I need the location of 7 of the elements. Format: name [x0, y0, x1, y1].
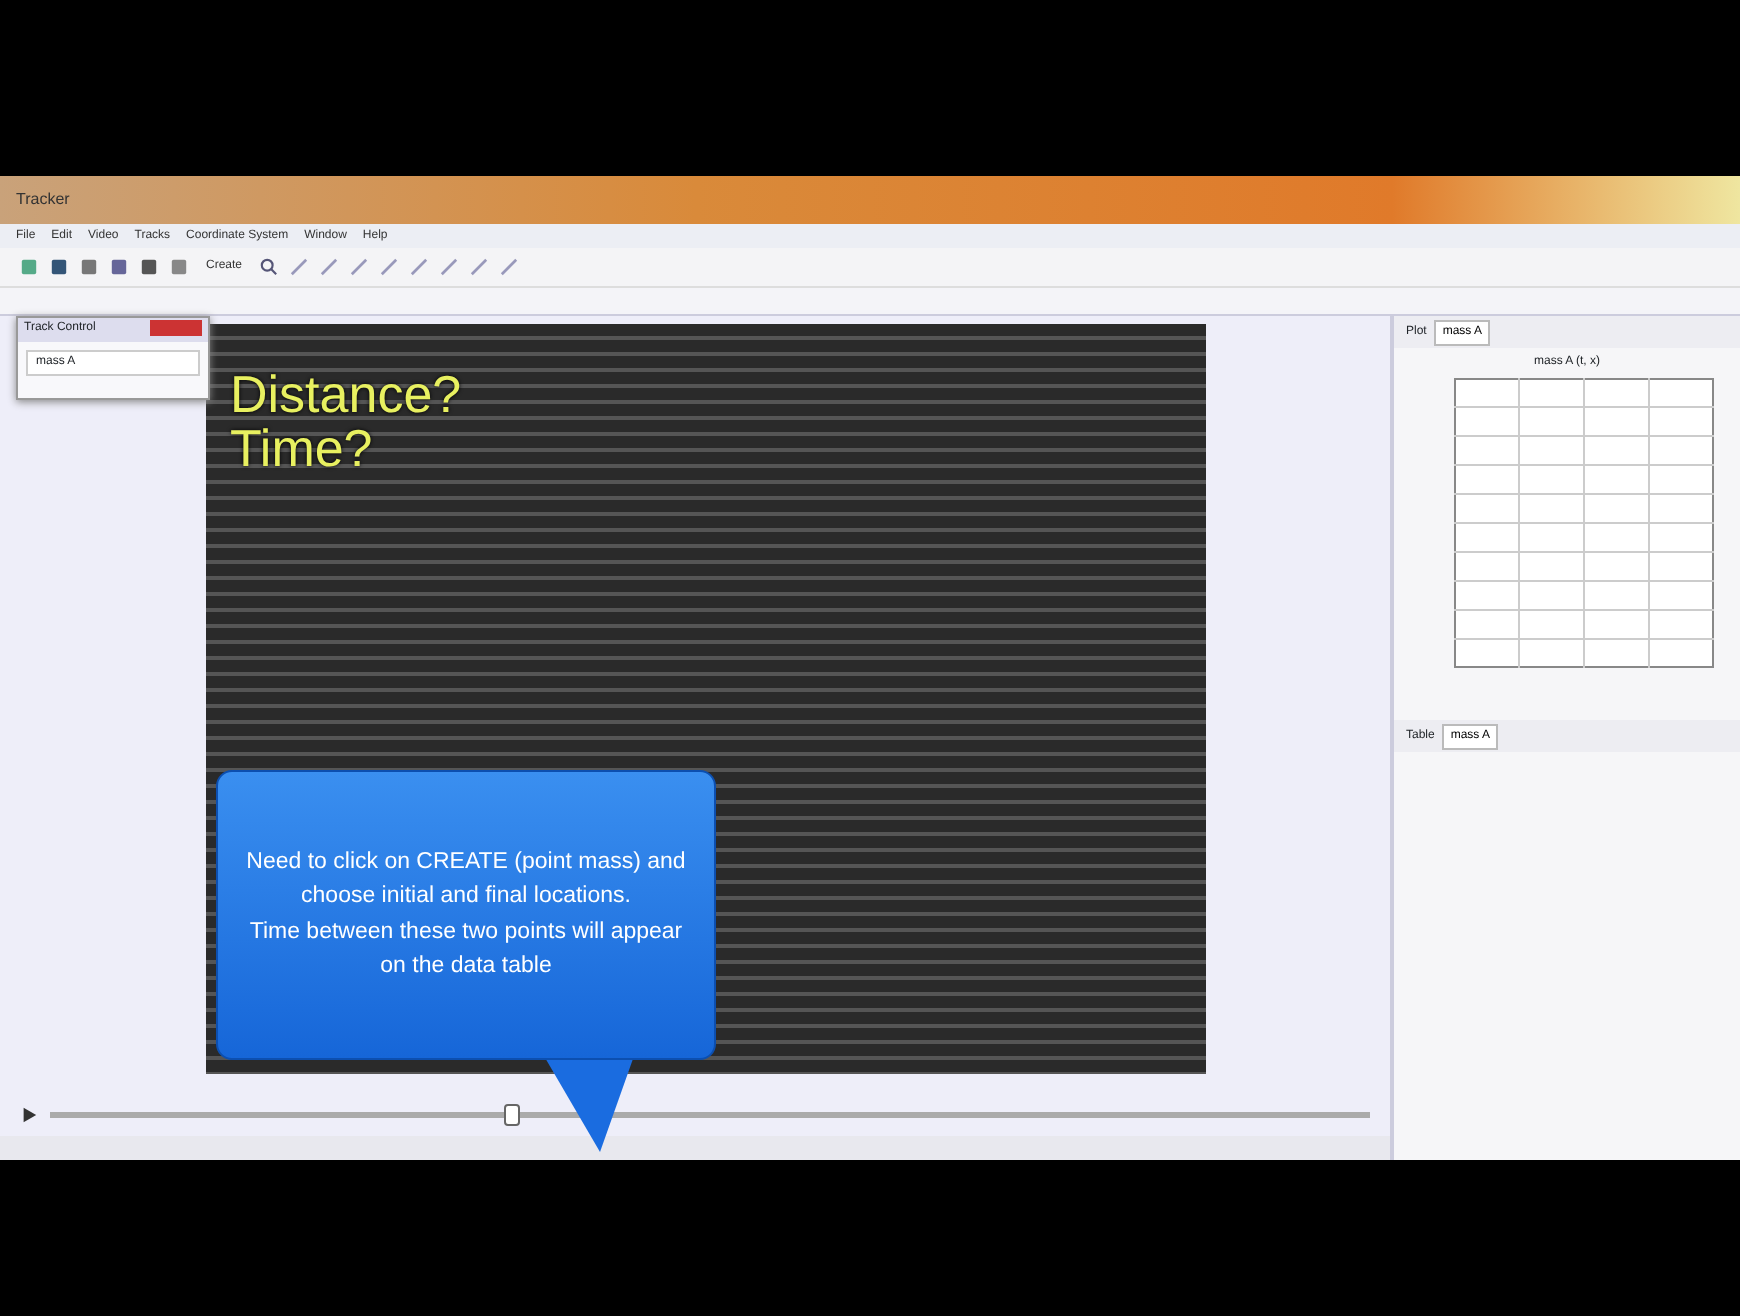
window-title: Tracker: [16, 188, 70, 212]
overlay-text: Time?: [230, 422, 375, 478]
play-icon[interactable]: [20, 1105, 38, 1123]
overlay-text: Distance?: [230, 368, 462, 423]
zoom-icon[interactable]: [260, 258, 279, 276]
callout-text: Need to click on CREATE (point mass) and choose initial and final locations.: [244, 848, 688, 913]
callout-text: Time between these two points will appear on the data table: [247, 917, 685, 982]
